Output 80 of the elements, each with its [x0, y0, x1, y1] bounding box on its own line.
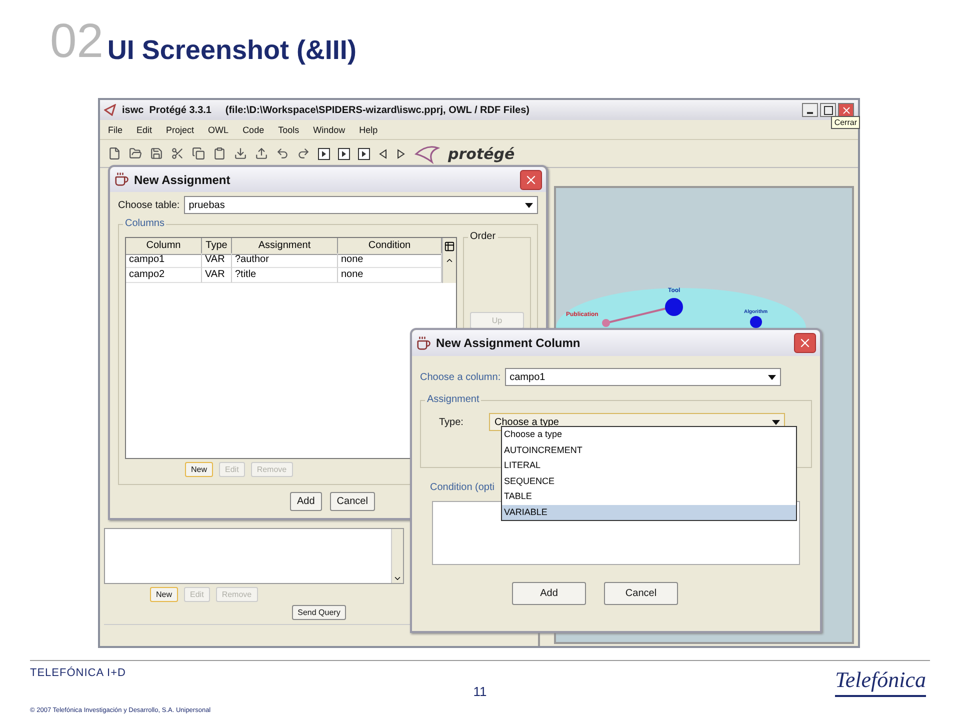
menu-item[interactable]: OWL [208, 124, 229, 134]
table-cell: ?author [232, 253, 338, 268]
button[interactable]: Cancel [604, 582, 678, 605]
page-number: 11 [472, 684, 488, 701]
maximize-button[interactable] [820, 103, 836, 117]
app-icon [104, 104, 116, 116]
table-cell: VAR [202, 253, 232, 268]
column-header[interactable]: Column [126, 238, 202, 255]
field-label: Condition (opti [429, 482, 496, 493]
logo-text: protégé [448, 144, 515, 162]
menu-item[interactable]: Project [166, 124, 194, 134]
clipboard-icon[interactable] [213, 147, 226, 160]
table-cell: campo2 [126, 268, 202, 283]
redo-icon[interactable] [297, 147, 310, 160]
coffee-cup-icon [114, 172, 129, 187]
save-icon[interactable] [150, 147, 163, 160]
field-label: Type: [439, 416, 464, 428]
dropdown-option[interactable]: VARIABLE [502, 504, 796, 520]
close-button[interactable] [520, 170, 542, 190]
toolbar-box-icon[interactable] [338, 148, 350, 160]
button[interactable]: Cancel [330, 492, 375, 511]
close-icon[interactable] [798, 336, 812, 350]
send-query-button[interactable]: Send Query [292, 605, 346, 620]
maximize-icon[interactable] [824, 106, 832, 114]
menu-item[interactable]: Help [359, 124, 378, 134]
undo-icon[interactable] [276, 147, 289, 160]
button[interactable]: Add [290, 492, 322, 511]
minimize-button[interactable] [802, 103, 818, 117]
group-label: Columns [123, 218, 166, 229]
button[interactable]: New [150, 587, 178, 602]
column-header[interactable]: Assignment [232, 238, 338, 255]
dialog-title: New Assignment [134, 172, 230, 186]
menu-item[interactable]: Tools [278, 124, 300, 134]
back-icon[interactable] [378, 148, 388, 158]
close-button[interactable] [838, 103, 854, 117]
graph-node[interactable] [750, 316, 762, 328]
menu-item[interactable]: Edit [136, 124, 152, 134]
table-cell: VAR [202, 268, 232, 283]
scissors-icon[interactable] [171, 147, 184, 160]
toolbar-box-icon[interactable] [318, 148, 330, 160]
graph-node[interactable] [602, 319, 610, 327]
tooltip: Cerrar [831, 116, 860, 129]
scroll-up-icon[interactable] [445, 256, 454, 265]
close-button[interactable] [794, 333, 816, 353]
dialog-title: New Assignment Column [436, 336, 580, 350]
window-title: iswc Protégé 3.3.1 (file:\D:\Workspace\SPIDERS-wizard\iswc.pprj, OWL / RDF Files) [122, 104, 530, 116]
forward-icon[interactable] [396, 148, 406, 158]
company-name: TELEFÓNICA I+D [30, 667, 127, 679]
table-menu-icon[interactable] [444, 241, 455, 252]
menu-item[interactable]: File [108, 124, 123, 134]
group-label: Assignment [425, 394, 482, 405]
coffee-cup-icon [416, 336, 431, 350]
brand-logo: Telefónica [835, 667, 926, 697]
menu-item[interactable]: Code [242, 124, 264, 134]
toolbar-box-icon[interactable] [358, 148, 370, 160]
field-label: Choose table: [118, 200, 180, 210]
column-header[interactable]: Condition [338, 238, 442, 255]
graph-node[interactable] [665, 298, 683, 316]
field-label: Choose a column: [420, 372, 501, 382]
export-icon[interactable] [255, 147, 268, 160]
caret-icon [768, 374, 776, 380]
slide-title: UI Screenshot (&III) [107, 34, 356, 66]
import-icon[interactable] [234, 147, 247, 160]
table-dropdown[interactable]: pruebas [184, 196, 538, 214]
button[interactable]: New [185, 462, 214, 477]
logo-icon [414, 144, 440, 164]
new-file-icon[interactable] [108, 147, 121, 160]
table-cell: campo1 [126, 253, 202, 268]
group-label: Order [468, 231, 498, 242]
table-cell: ?title [232, 268, 338, 283]
slide-number: 02 [50, 14, 104, 70]
caret-icon [525, 202, 533, 208]
folder-icon[interactable] [129, 147, 142, 160]
column-header[interactable]: Type [202, 238, 232, 255]
scroll-down-icon[interactable] [393, 574, 402, 583]
button[interactable]: Add [512, 582, 586, 605]
menu-item[interactable]: Window [313, 124, 346, 134]
column-dropdown[interactable]: campo1 [504, 368, 781, 386]
close-icon[interactable] [840, 104, 852, 116]
copy-icon[interactable] [192, 147, 205, 160]
